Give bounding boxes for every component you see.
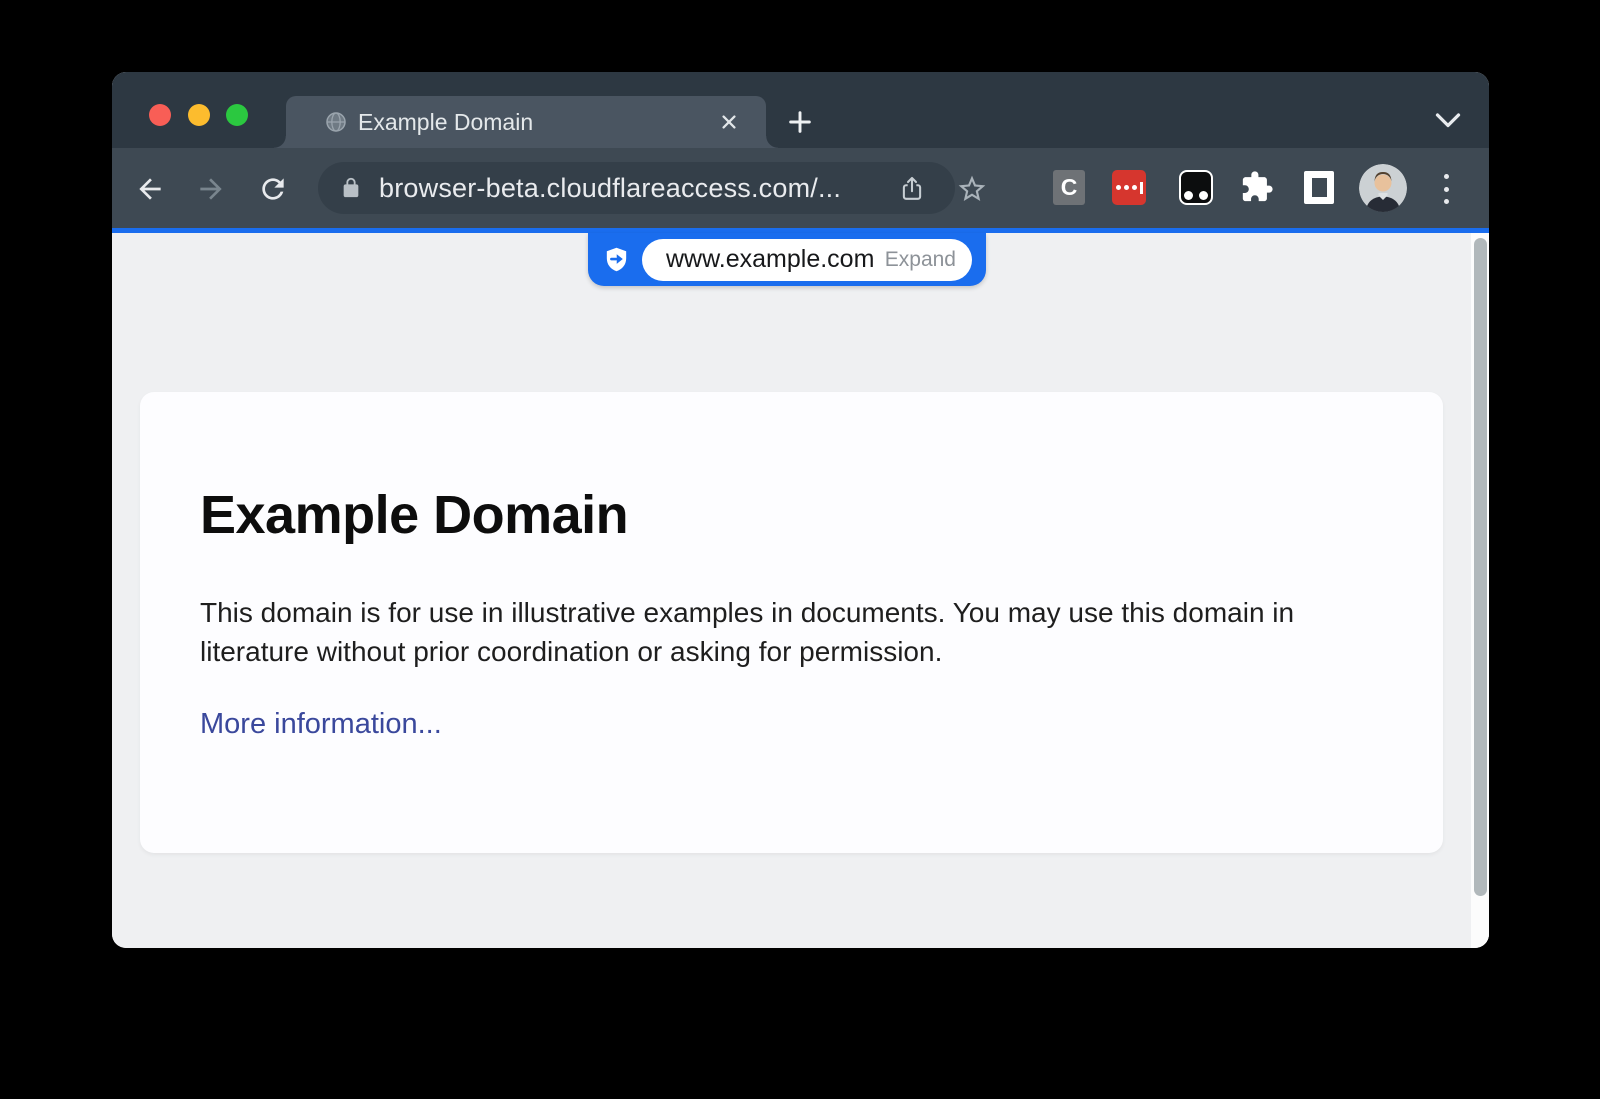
bookmark-star-icon[interactable] xyxy=(956,173,988,205)
example-domain-card: Example Domain This domain is for use in… xyxy=(140,392,1443,853)
tab-strip: Example Domain xyxy=(112,72,1489,148)
profile-avatar[interactable] xyxy=(1359,164,1407,212)
url-bar[interactable]: browser-beta.cloudflareaccess.com/... xyxy=(318,162,955,214)
globe-icon xyxy=(324,110,348,134)
macos-minimize-button[interactable] xyxy=(188,104,210,126)
three-dot-menu-icon[interactable] xyxy=(1434,172,1458,206)
isolated-url-field[interactable]: www.example.com Expand xyxy=(642,239,972,281)
side-panel-icon[interactable] xyxy=(1304,171,1334,204)
macos-close-button[interactable] xyxy=(149,104,171,126)
back-arrow-icon[interactable] xyxy=(134,173,166,205)
c-extension-icon[interactable]: C xyxy=(1053,170,1085,205)
forward-arrow-icon[interactable] xyxy=(195,173,227,205)
share-icon[interactable] xyxy=(899,175,925,202)
isolated-domain-text: www.example.com xyxy=(666,245,885,274)
tab-example-domain[interactable]: Example Domain xyxy=(286,96,766,148)
toolbar: browser-beta.cloudflareaccess.com/... C xyxy=(112,148,1489,228)
new-tab-button[interactable] xyxy=(784,106,816,138)
browser-window: Example Domain xyxy=(112,72,1489,948)
shield-arrow-icon xyxy=(603,246,630,273)
page-title: Example Domain xyxy=(200,484,628,546)
page-body-text: This domain is for use in illustrative e… xyxy=(200,593,1350,671)
url-text: browser-beta.cloudflareaccess.com/... xyxy=(379,173,841,204)
isolation-domain-pill[interactable]: www.example.com Expand xyxy=(588,233,986,286)
expand-button[interactable]: Expand xyxy=(885,248,956,272)
more-information-link[interactable]: More information... xyxy=(200,708,442,741)
reload-icon[interactable] xyxy=(257,173,289,205)
scrollbar-thumb[interactable] xyxy=(1474,238,1487,896)
tab-title: Example Domain xyxy=(358,96,533,148)
macos-zoom-button[interactable] xyxy=(226,104,248,126)
tab-close-icon[interactable] xyxy=(716,109,742,135)
lock-icon[interactable] xyxy=(340,176,362,200)
lastpass-extension-icon[interactable] xyxy=(1112,170,1146,205)
extensions-puzzle-icon[interactable] xyxy=(1240,170,1274,204)
scrollbar-track[interactable] xyxy=(1471,233,1489,948)
tab-search-chevron-icon[interactable] xyxy=(1430,108,1466,136)
page-viewport: www.example.com Expand Example Domain Th… xyxy=(112,233,1489,948)
glasses-extension-icon[interactable] xyxy=(1179,170,1213,205)
